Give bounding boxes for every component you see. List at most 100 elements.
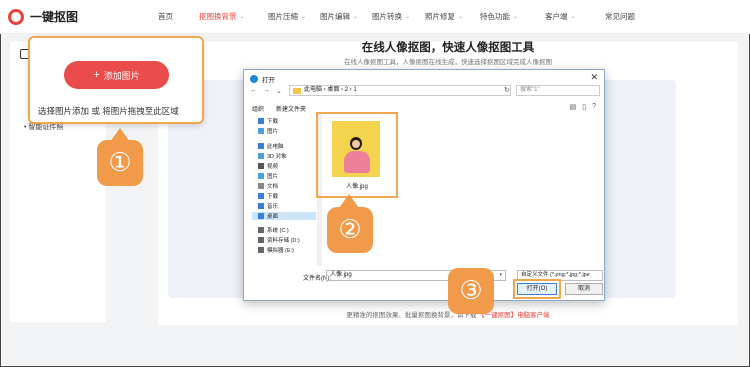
tree-item[interactable]: 桌面 (252, 212, 316, 220)
tree-item-label: 音乐 (267, 204, 279, 210)
tree-item-label: 3D 对象 (267, 154, 287, 160)
nav-item-label: 图片压缩 (268, 12, 298, 21)
filename-value: 人像.jpg (330, 272, 352, 278)
nav-item-label: 照片修复 (425, 12, 455, 21)
nav-item[interactable]: 图片转换 ⌄ (372, 11, 410, 22)
chevron-down-icon: ⌄ (405, 14, 411, 20)
preview-pane-icon[interactable]: ▯ (582, 103, 586, 111)
search-input[interactable]: 搜索"1" (516, 85, 600, 96)
tree-item[interactable]: 视频 (258, 162, 278, 170)
nav-item-label: 抠图换背景 (199, 12, 237, 21)
nav-item-label: 图片转换 (372, 12, 402, 21)
dialog-title-bar: 打开 (250, 74, 275, 84)
dialog-nav-buttons: ← → ⌄ ↑ (250, 87, 291, 95)
chevron-down-icon[interactable]: ⌄ (276, 87, 282, 95)
tree-item[interactable]: 系统 (C:) (258, 226, 289, 234)
tree-item[interactable]: 下载 (258, 117, 278, 125)
chevron-down-icon: ⌄ (570, 14, 576, 20)
page-title: 在线人像抠图，快速人像抠图工具 (361, 42, 535, 54)
folder-tree: 下载 图片 此电脑 3D 对象 视频 图片 文档 下载 音乐 桌面 系统 (C:) 资料存储 (D:)… (250, 114, 318, 266)
video-icon (258, 163, 264, 169)
drive-icon (258, 237, 264, 243)
step-2-badge: ② (327, 207, 373, 253)
chevron-down-icon: ⌄ (301, 14, 307, 20)
nav-item-label: 客户端 (545, 12, 568, 21)
file-selection-highlight (316, 112, 398, 198)
download-icon (258, 118, 264, 124)
nav-item[interactable]: 照片修复 ⌄ (425, 11, 463, 22)
music-icon (258, 203, 264, 209)
tree-item-label: 下载 (267, 194, 279, 200)
upload-hint: 选择图片添加 或 将图片拖拽至此区域 (38, 106, 179, 116)
drive-icon (258, 247, 264, 253)
view-mode-icon[interactable]: ▤ (570, 103, 577, 111)
nav-item[interactable]: 客户端 ⌄ (545, 11, 576, 22)
add-image-button[interactable]: + 添加图片 (64, 61, 169, 89)
tree-item-label: 图片 (267, 174, 279, 180)
drive-icon (258, 227, 264, 233)
client-download-link[interactable]: 【一键抠图】电脑客户端 (478, 312, 550, 319)
computer-icon (258, 143, 264, 149)
nav-item[interactable]: 图片编辑 ⌄ (320, 11, 358, 22)
nav-item-label: 图片编辑 (320, 12, 350, 21)
open-file-dialog: 打开 ✕ ← → ⌄ ↑ 此电脑 › 桌面 › 2 › 1 ↻ 搜索"1" 组织… (243, 69, 605, 301)
dialog-toolbar: 组织 新建文件夹 (252, 104, 306, 113)
tree-item[interactable]: 图片 (258, 172, 278, 180)
tree-item-label: 系统 (C:) (267, 228, 289, 234)
tree-item[interactable]: 模拟器 (E:) (258, 246, 294, 254)
step-2-pointer (339, 194, 359, 208)
nav-item-label: 特色功能 (480, 12, 510, 21)
back-arrow-icon[interactable]: ← (250, 87, 257, 95)
add-image-label: 添加图片 (103, 70, 140, 81)
nav-item[interactable]: 常见问题 (605, 11, 635, 22)
tree-item-label: 资料存储 (D:) (267, 238, 300, 244)
chevron-down-icon[interactable]: ▾ (499, 271, 502, 280)
forward-arrow-icon[interactable]: → (263, 87, 270, 95)
close-icon[interactable]: ✕ (590, 72, 598, 83)
nav-item[interactable]: 抠图换背景 ⌄ (199, 11, 245, 22)
tree-item[interactable]: 资料存储 (D:) (258, 236, 300, 244)
step-3-badge: ③ (448, 268, 494, 314)
refresh-icon[interactable]: ↻ (504, 86, 510, 94)
picture-icon (258, 173, 264, 179)
tree-item[interactable]: 图片 (258, 127, 278, 135)
desktop-icon (258, 213, 264, 219)
logo-icon (8, 8, 24, 25)
nav-item-label: 常见问题 (605, 12, 635, 21)
logo-text: 一键抠图 (30, 10, 79, 24)
new-folder-button[interactable]: 新建文件夹 (276, 104, 306, 113)
tree-item[interactable]: 此电脑 (258, 142, 284, 150)
browser-icon (250, 75, 258, 83)
picture-icon (258, 128, 264, 134)
view-options: ▤ ▯ ? (570, 103, 596, 111)
organize-menu[interactable]: 组织 (252, 104, 264, 113)
folder-icon (293, 88, 301, 94)
tree-item[interactable]: 3D 对象 (258, 152, 287, 160)
help-icon[interactable]: ? (592, 103, 596, 111)
chevron-down-icon: ⌄ (239, 14, 245, 20)
download-icon (258, 193, 264, 199)
cancel-button[interactable]: 取消 (565, 283, 603, 295)
nav-item[interactable]: 图片压缩 ⌄ (268, 11, 306, 22)
tree-item-label: 文档 (267, 184, 279, 190)
chevron-down-icon: ⌄ (353, 14, 359, 20)
document-icon (258, 183, 264, 189)
tree-item-label: 此电脑 (267, 144, 284, 150)
tree-item[interactable]: 文档 (258, 182, 278, 190)
tree-item-label: 桌面 (267, 214, 279, 220)
nav-item-label: 首页 (158, 12, 173, 21)
address-bar[interactable]: 此电脑 › 桌面 › 2 › 1 (289, 85, 511, 96)
step-1-badge: ① (97, 140, 143, 186)
top-navigation-bar: 一键抠图 首页 抠图换背景 ⌄ 图片压缩 ⌄ 图片编辑 ⌄ 图片转换 ⌄ 照片修复 ⌄ 特色功能 ⌄ 客户… (0, 0, 750, 34)
open-button-highlight (513, 279, 561, 299)
tree-item-label: 图片 (267, 129, 279, 135)
logo[interactable]: 一键抠图 (8, 8, 78, 25)
footer-download-text: 更精准的抠图效果、批量抠图换背景，请下载 【一键抠图】电脑客户端 (158, 309, 738, 319)
sidebar-item-label: 智能证件照 (28, 124, 64, 131)
tree-item[interactable]: 下载 (258, 192, 278, 200)
tree-item[interactable]: 音乐 (258, 202, 278, 210)
page-subtitle: 在线人像抠图工具，人像抠图在线生成，快速选择抠图区域完成人像抠图 (344, 59, 552, 66)
tree-item-label: 下载 (267, 119, 279, 125)
nav-item[interactable]: 首页 (158, 11, 173, 22)
nav-item[interactable]: 特色功能 ⌄ (480, 11, 518, 22)
